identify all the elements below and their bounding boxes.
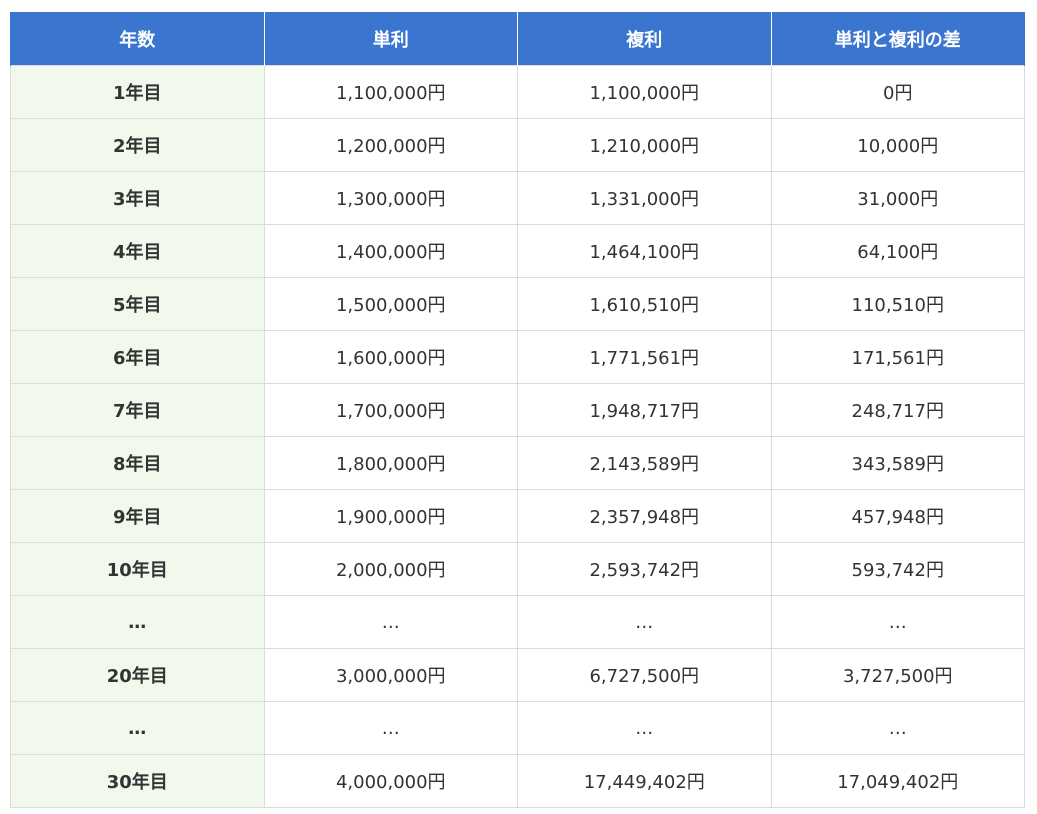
simple-interest-cell: … bbox=[263, 701, 518, 755]
year-cell: … bbox=[10, 595, 265, 649]
compound-interest-cell: 1,331,000円 bbox=[517, 171, 772, 225]
difference-cell: … bbox=[770, 701, 1025, 755]
header-row: 年数 単利 複利 単利と複利の差 bbox=[10, 12, 1025, 66]
compound-interest-cell: … bbox=[517, 701, 772, 755]
table-row: 4年目 1,400,000円 1,464,100円 64,100円 bbox=[10, 224, 1025, 278]
year-cell: 20年目 bbox=[10, 648, 265, 702]
simple-interest-cell: 1,100,000円 bbox=[263, 65, 518, 119]
simple-interest-cell: 4,000,000円 bbox=[263, 754, 518, 808]
table-header: 年数 単利 複利 単利と複利の差 bbox=[10, 12, 1025, 66]
compound-interest-cell: 2,143,589円 bbox=[517, 436, 772, 490]
compound-interest-cell: 1,948,717円 bbox=[517, 383, 772, 437]
table-row: 6年目 1,600,000円 1,771,561円 171,561円 bbox=[10, 330, 1025, 384]
simple-interest-cell: 1,900,000円 bbox=[263, 489, 518, 543]
table-row: 30年目 4,000,000円 17,449,402円 17,049,402円 bbox=[10, 754, 1025, 808]
difference-cell: 171,561円 bbox=[770, 330, 1025, 384]
simple-interest-cell: 1,300,000円 bbox=[263, 171, 518, 225]
table-row: … … … … bbox=[10, 595, 1025, 649]
simple-interest-cell: 1,600,000円 bbox=[263, 330, 518, 384]
compound-interest-cell: 1,464,100円 bbox=[517, 224, 772, 278]
difference-cell: 3,727,500円 bbox=[770, 648, 1025, 702]
difference-cell: 64,100円 bbox=[770, 224, 1025, 278]
difference-cell: 10,000円 bbox=[770, 118, 1025, 172]
year-cell: … bbox=[10, 701, 265, 755]
table-row: 1年目 1,100,000円 1,100,000円 0円 bbox=[10, 65, 1025, 119]
compound-interest-cell: 1,210,000円 bbox=[517, 118, 772, 172]
year-cell: 8年目 bbox=[10, 436, 265, 490]
difference-cell: … bbox=[770, 595, 1025, 649]
difference-cell: 110,510円 bbox=[770, 277, 1025, 331]
compound-interest-cell: 17,449,402円 bbox=[517, 754, 772, 808]
year-cell: 7年目 bbox=[10, 383, 265, 437]
compound-interest-cell: 2,593,742円 bbox=[517, 542, 772, 596]
simple-interest-cell: 1,200,000円 bbox=[263, 118, 518, 172]
difference-cell: 248,717円 bbox=[770, 383, 1025, 437]
year-cell: 4年目 bbox=[10, 224, 265, 278]
year-cell: 3年目 bbox=[10, 171, 265, 225]
table-row: 2年目 1,200,000円 1,210,000円 10,000円 bbox=[10, 118, 1025, 172]
header-years: 年数 bbox=[10, 12, 265, 66]
header-difference: 単利と複利の差 bbox=[770, 12, 1025, 66]
header-simple-interest: 単利 bbox=[263, 12, 518, 66]
table-row: 9年目 1,900,000円 2,357,948円 457,948円 bbox=[10, 489, 1025, 543]
difference-cell: 343,589円 bbox=[770, 436, 1025, 490]
table-row: 3年目 1,300,000円 1,331,000円 31,000円 bbox=[10, 171, 1025, 225]
simple-interest-cell: 1,400,000円 bbox=[263, 224, 518, 278]
table-row: 8年目 1,800,000円 2,143,589円 343,589円 bbox=[10, 436, 1025, 490]
table-row: 5年目 1,500,000円 1,610,510円 110,510円 bbox=[10, 277, 1025, 331]
simple-interest-cell: 1,700,000円 bbox=[263, 383, 518, 437]
difference-cell: 31,000円 bbox=[770, 171, 1025, 225]
table-row: … … … … bbox=[10, 701, 1025, 755]
compound-interest-cell: 1,610,510円 bbox=[517, 277, 772, 331]
header-compound-interest: 複利 bbox=[517, 12, 772, 66]
year-cell: 30年目 bbox=[10, 754, 265, 808]
difference-cell: 0円 bbox=[770, 65, 1025, 119]
table-row: 20年目 3,000,000円 6,727,500円 3,727,500円 bbox=[10, 648, 1025, 702]
difference-cell: 17,049,402円 bbox=[770, 754, 1025, 808]
year-cell: 10年目 bbox=[10, 542, 265, 596]
year-cell: 2年目 bbox=[10, 118, 265, 172]
table-body: 1年目 1,100,000円 1,100,000円 0円 2年目 1,200,0… bbox=[10, 65, 1025, 808]
compound-interest-cell: 2,357,948円 bbox=[517, 489, 772, 543]
table-row: 7年目 1,700,000円 1,948,717円 248,717円 bbox=[10, 383, 1025, 437]
year-cell: 9年目 bbox=[10, 489, 265, 543]
interest-comparison-table: 年数 単利 複利 単利と複利の差 1年目 1,100,000円 1,100,00… bbox=[10, 12, 1025, 808]
difference-cell: 593,742円 bbox=[770, 542, 1025, 596]
simple-interest-cell: 1,800,000円 bbox=[263, 436, 518, 490]
simple-interest-cell: … bbox=[263, 595, 518, 649]
compound-interest-cell: 6,727,500円 bbox=[517, 648, 772, 702]
simple-interest-cell: 1,500,000円 bbox=[263, 277, 518, 331]
simple-interest-cell: 2,000,000円 bbox=[263, 542, 518, 596]
simple-interest-cell: 3,000,000円 bbox=[263, 648, 518, 702]
table-row: 10年目 2,000,000円 2,593,742円 593,742円 bbox=[10, 542, 1025, 596]
year-cell: 6年目 bbox=[10, 330, 265, 384]
compound-interest-cell: 1,100,000円 bbox=[517, 65, 772, 119]
year-cell: 1年目 bbox=[10, 65, 265, 119]
difference-cell: 457,948円 bbox=[770, 489, 1025, 543]
compound-interest-cell: … bbox=[517, 595, 772, 649]
compound-interest-cell: 1,771,561円 bbox=[517, 330, 772, 384]
year-cell: 5年目 bbox=[10, 277, 265, 331]
